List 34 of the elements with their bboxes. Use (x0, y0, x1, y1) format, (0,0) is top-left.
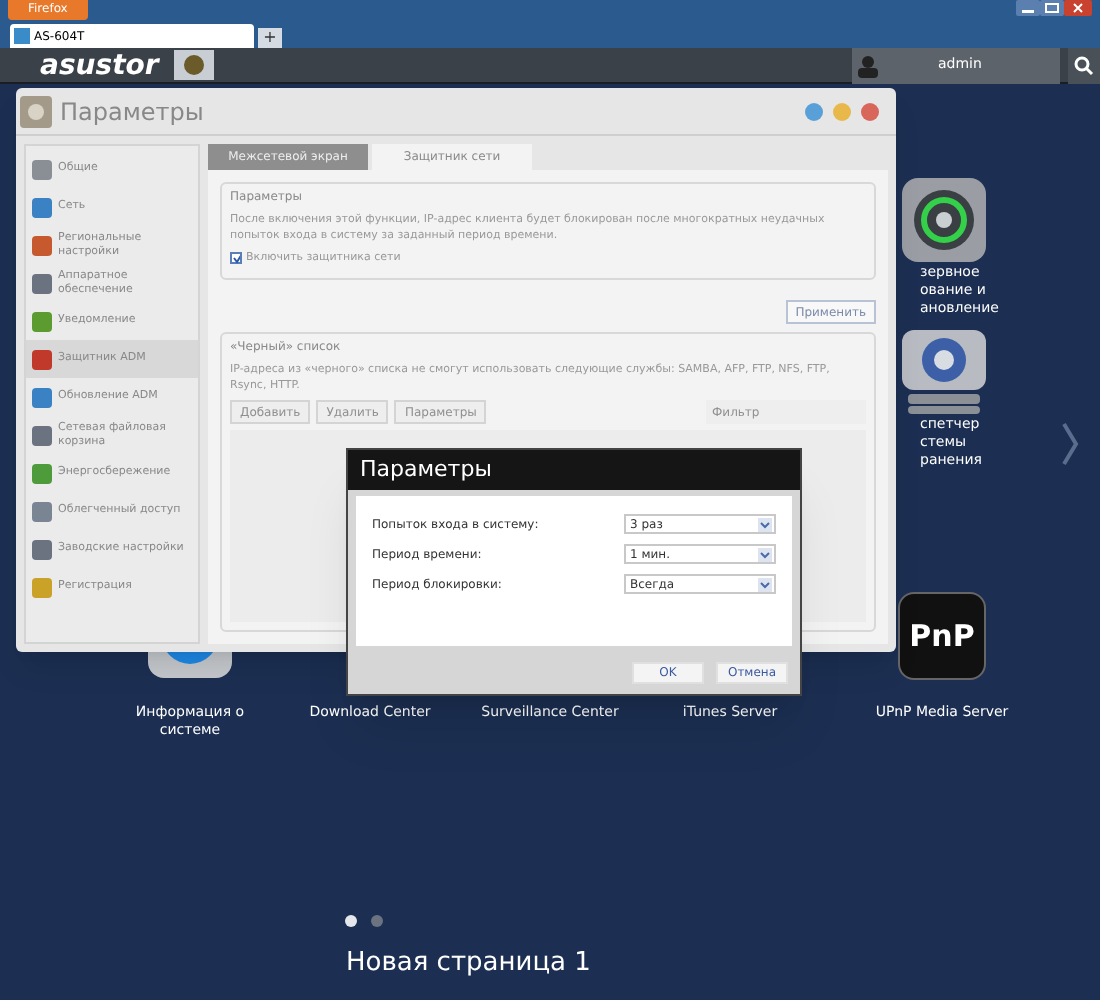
tile-icon (32, 501, 52, 521)
caret-icon (758, 577, 772, 591)
new-tab-button[interactable]: + (258, 28, 282, 48)
upnp-icon[interactable]: PnP (898, 592, 986, 680)
minimize-window-icon[interactable] (1016, 0, 1040, 16)
tile-icon (32, 539, 52, 559)
tile-icon (32, 197, 52, 217)
site-icon (14, 28, 30, 44)
caret-icon (758, 547, 772, 561)
tile-icon (32, 425, 52, 445)
window-title: Параметры (60, 95, 204, 129)
tile-icon (32, 349, 52, 369)
tile-icon (32, 273, 52, 293)
page-title: Новая страница 1 (346, 946, 591, 982)
checkbox[interactable] (230, 252, 242, 265)
tile-icon (32, 577, 52, 597)
tile-icon (32, 235, 52, 255)
page-dot[interactable] (370, 914, 384, 928)
page-dot[interactable] (344, 914, 358, 928)
drive-icon[interactable] (900, 328, 988, 416)
app-icon[interactable] (174, 50, 215, 80)
dialog-title: Параметры (360, 453, 492, 486)
tile-icon (32, 159, 52, 179)
search-icon[interactable] (1074, 55, 1094, 75)
tile-icon (32, 311, 52, 331)
tile-icon (32, 387, 52, 407)
user-icon (858, 53, 878, 77)
icon-mark: PnP (909, 615, 975, 658)
tile-icon (32, 463, 52, 483)
maximize-window-icon[interactable] (1040, 0, 1064, 16)
logo: asustor (40, 47, 159, 83)
caret-icon (758, 517, 772, 531)
close-window-icon[interactable] (1064, 0, 1092, 16)
info-icon[interactable] (146, 652, 234, 680)
